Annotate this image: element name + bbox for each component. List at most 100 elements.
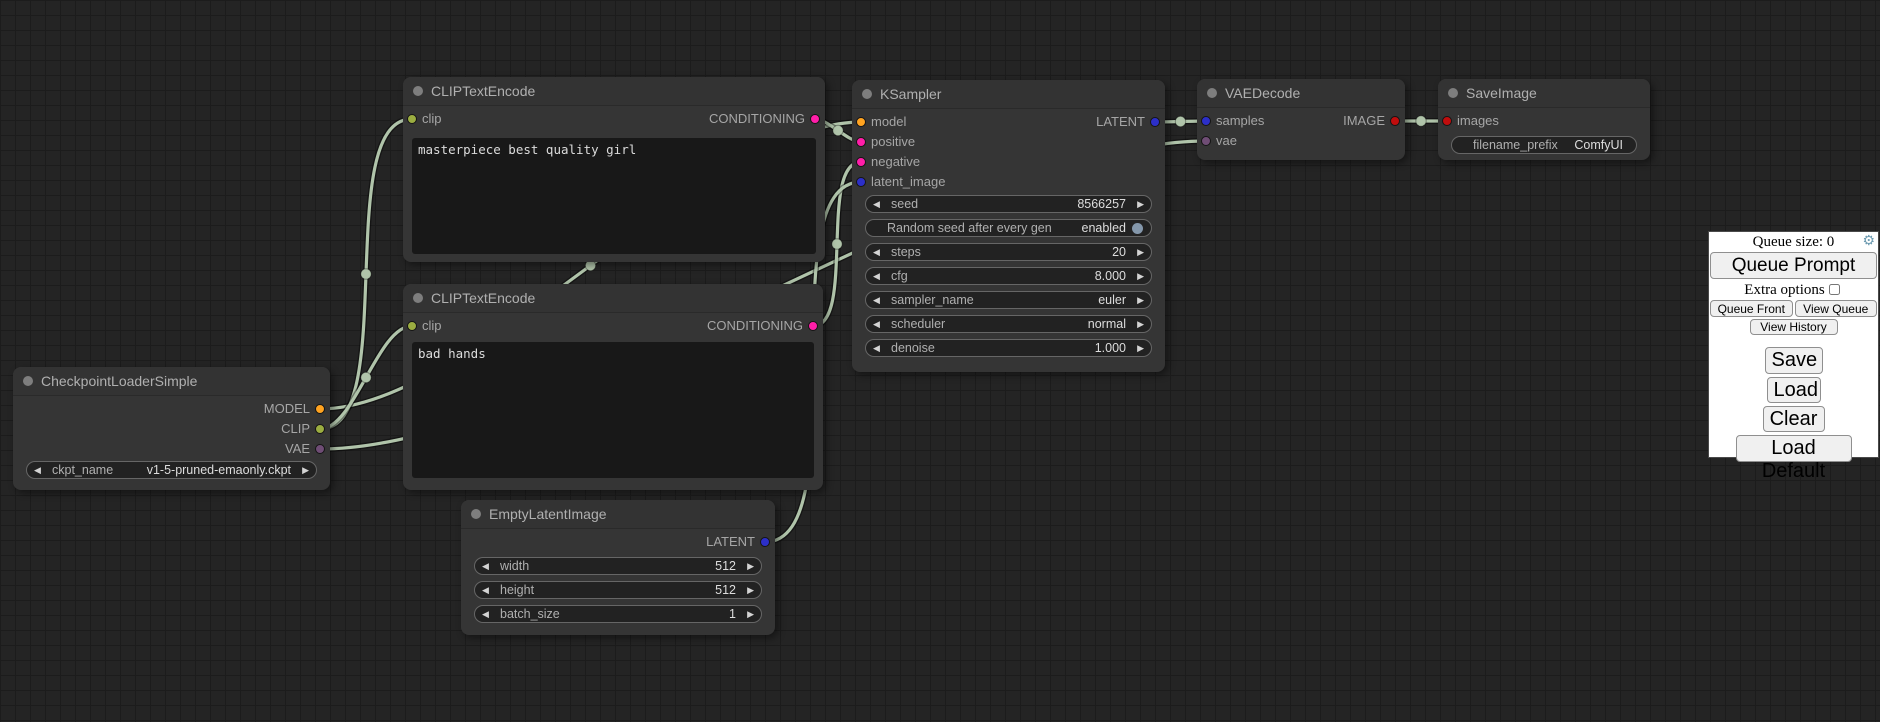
node-empty-latent-image[interactable]: EmptyLatentImageLATENT◀width512▶◀height5… (461, 500, 775, 635)
output-slot-LATENT[interactable] (760, 537, 770, 547)
input-slot-negative[interactable] (856, 157, 866, 167)
link-midpoint-dot (833, 125, 843, 135)
collapse-dot-icon[interactable] (1448, 88, 1458, 98)
prompt-textarea[interactable]: masterpiece best quality girl (412, 138, 816, 254)
input-slot-model[interactable] (856, 117, 866, 127)
widget-value: euler (1098, 292, 1126, 308)
widget-cfg[interactable]: ◀cfg8.000▶ (865, 267, 1152, 285)
increment-arrow-icon[interactable]: ▶ (1132, 268, 1144, 284)
decrement-arrow-icon[interactable]: ◀ (873, 292, 885, 308)
save-button[interactable]: Save (1765, 347, 1823, 374)
node-vae-decode[interactable]: VAEDecodesamplesvaeIMAGE (1197, 79, 1405, 160)
settings-gear-icon[interactable]: ⚙ (1862, 233, 1875, 250)
output-slot-VAE[interactable] (315, 444, 325, 454)
node-title-bar[interactable]: CLIPTextEncode (403, 77, 825, 106)
output-slot-CONDITIONING[interactable] (810, 114, 820, 124)
widget-random-seed-after-every-gen[interactable]: Random seed after every genenabled (865, 219, 1152, 237)
increment-arrow-icon[interactable]: ▶ (1132, 340, 1144, 356)
widget-label: steps (891, 244, 921, 260)
input-slot-positive[interactable] (856, 137, 866, 147)
decrement-arrow-icon[interactable]: ◀ (482, 582, 494, 598)
increment-arrow-icon[interactable]: ▶ (742, 558, 754, 574)
increment-arrow-icon[interactable]: ▶ (742, 606, 754, 622)
queue-prompt-button[interactable]: Queue Prompt (1710, 252, 1877, 279)
output-slot-CONDITIONING[interactable] (808, 321, 818, 331)
widget-width[interactable]: ◀width512▶ (474, 557, 762, 575)
widget-denoise[interactable]: ◀denoise1.000▶ (865, 339, 1152, 357)
widget-value: 8.000 (1095, 268, 1126, 284)
output-slot-LATENT[interactable] (1150, 117, 1160, 127)
collapse-dot-icon[interactable] (23, 376, 33, 386)
input-slot-vae[interactable] (1201, 136, 1211, 146)
graph-canvas[interactable]: CheckpointLoaderSimpleMODELCLIPVAE◀ckpt_… (0, 0, 1880, 722)
link-midpoint-dot (1175, 116, 1185, 126)
output-slot-IMAGE[interactable] (1390, 116, 1400, 126)
output-slot-CLIP[interactable] (315, 424, 325, 434)
load-default-button[interactable]: Load Default (1736, 435, 1852, 462)
input-slot-label: model (871, 114, 906, 129)
input-slot-images[interactable] (1442, 116, 1452, 126)
clear-button[interactable]: Clear (1763, 406, 1825, 432)
increment-arrow-icon[interactable]: ▶ (1132, 316, 1144, 332)
collapse-dot-icon[interactable] (862, 89, 872, 99)
decrement-arrow-icon[interactable]: ◀ (873, 316, 885, 332)
widget-height[interactable]: ◀height512▶ (474, 581, 762, 599)
view-history-button[interactable]: View History (1750, 319, 1838, 335)
node-title-bar[interactable]: CheckpointLoaderSimple (13, 367, 330, 396)
decrement-arrow-icon[interactable]: ◀ (34, 462, 46, 478)
widget-label: filename_prefix (1473, 137, 1558, 153)
increment-arrow-icon[interactable]: ▶ (742, 582, 754, 598)
widget-sampler_name[interactable]: ◀sampler_nameeuler▶ (865, 291, 1152, 309)
decrement-arrow-icon[interactable]: ◀ (482, 558, 494, 574)
load-button[interactable]: Load (1767, 377, 1821, 403)
input-slot-clip[interactable] (407, 114, 417, 124)
collapse-dot-icon[interactable] (471, 509, 481, 519)
increment-arrow-icon[interactable]: ▶ (1132, 196, 1144, 212)
collapse-dot-icon[interactable] (413, 86, 423, 96)
widget-scheduler[interactable]: ◀schedulernormal▶ (865, 315, 1152, 333)
input-slot-clip[interactable] (407, 321, 417, 331)
output-slot-label: CONDITIONING (709, 111, 805, 126)
view-queue-button[interactable]: View Queue (1795, 300, 1878, 317)
decrement-arrow-icon[interactable]: ◀ (873, 340, 885, 356)
widget-seed[interactable]: ◀seed8566257▶ (865, 195, 1152, 213)
node-title-bar[interactable]: EmptyLatentImage (461, 500, 775, 529)
node-title-bar[interactable]: CLIPTextEncode (403, 284, 823, 313)
input-slot-latent_image[interactable] (856, 177, 866, 187)
node-title-bar[interactable]: SaveImage (1438, 79, 1650, 108)
widget-value: 8566257 (1077, 196, 1126, 212)
output-slot-label: CONDITIONING (707, 318, 803, 333)
collapse-dot-icon[interactable] (1207, 88, 1217, 98)
widget-steps[interactable]: ◀steps20▶ (865, 243, 1152, 261)
widget-filename_prefix[interactable]: filename_prefix ComfyUI (1451, 136, 1637, 154)
output-slot-MODEL[interactable] (315, 404, 325, 414)
increment-arrow-icon[interactable]: ▶ (297, 462, 309, 478)
queue-front-button[interactable]: Queue Front (1710, 300, 1793, 317)
input-slot-samples[interactable] (1201, 116, 1211, 126)
node-checkpoint-loader[interactable]: CheckpointLoaderSimpleMODELCLIPVAE◀ckpt_… (13, 367, 330, 490)
node-clip-text-encode-positive[interactable]: CLIPTextEncodeclipCONDITIONINGmasterpiec… (403, 77, 825, 262)
widget-batch_size[interactable]: ◀batch_size1▶ (474, 605, 762, 623)
increment-arrow-icon[interactable]: ▶ (1132, 292, 1144, 308)
increment-arrow-icon[interactable]: ▶ (1132, 244, 1144, 260)
collapse-dot-icon[interactable] (413, 293, 423, 303)
link-midpoint-dot (832, 239, 842, 249)
decrement-arrow-icon[interactable]: ◀ (873, 196, 885, 212)
decrement-arrow-icon[interactable]: ◀ (873, 244, 885, 260)
node-save-image[interactable]: SaveImageimagesfilename_prefixComfyUI (1438, 79, 1650, 160)
extra-options-checkbox[interactable] (1829, 284, 1840, 295)
node-title-bar[interactable]: VAEDecode (1197, 79, 1405, 108)
node-title: KSampler (880, 86, 941, 102)
widget-label: ckpt_name (52, 462, 113, 478)
widget-value: ComfyUI (1574, 137, 1623, 153)
prompt-textarea[interactable]: bad hands (412, 342, 814, 478)
node-title: VAEDecode (1225, 85, 1300, 101)
widget-ckpt_name[interactable]: ◀ckpt_namev1-5-pruned-emaonly.ckpt▶ (26, 461, 317, 479)
toggle-on-icon[interactable] (1132, 223, 1143, 234)
decrement-arrow-icon[interactable]: ◀ (482, 606, 494, 622)
node-ksampler[interactable]: KSamplermodelpositivenegativelatent_imag… (852, 80, 1165, 372)
node-title-bar[interactable]: KSampler (852, 80, 1165, 109)
decrement-arrow-icon[interactable]: ◀ (873, 268, 885, 284)
node-clip-text-encode-negative[interactable]: CLIPTextEncodeclipCONDITIONINGbad hands (403, 284, 823, 490)
widget-label: batch_size (500, 606, 560, 622)
